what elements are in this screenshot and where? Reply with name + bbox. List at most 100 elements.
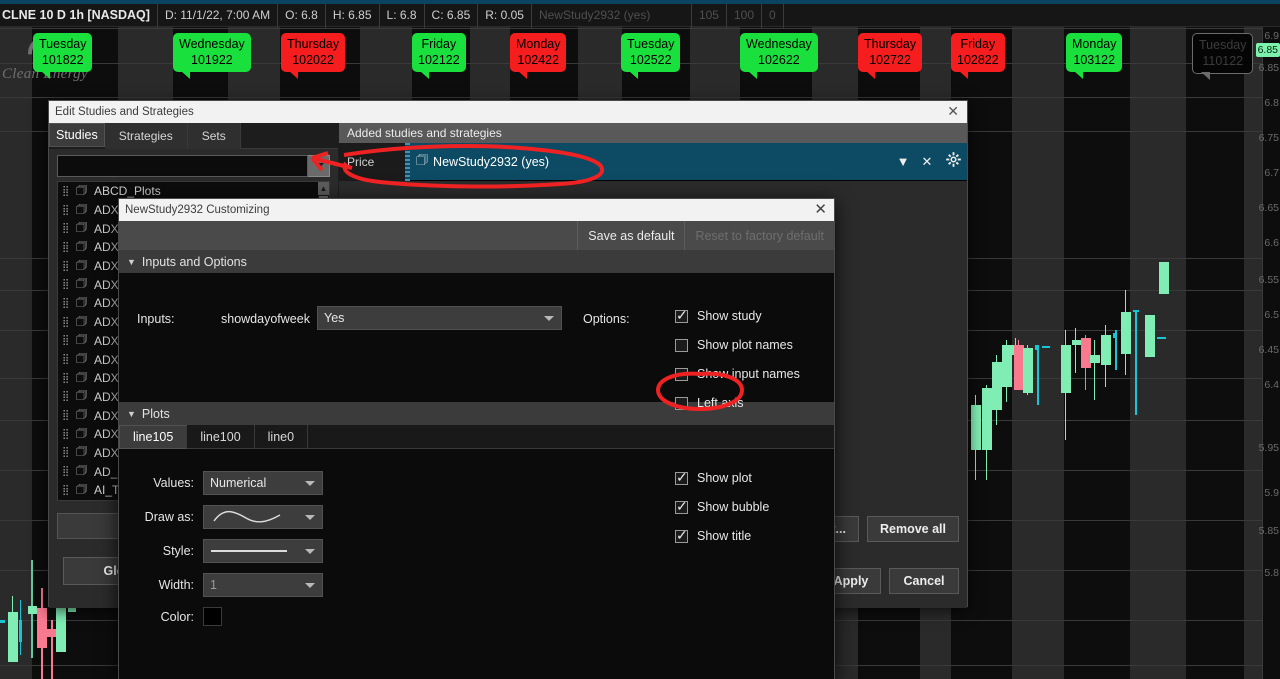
scroll-up-arrow-icon[interactable]: ▲ (318, 182, 329, 195)
studies-tabs[interactable]: Studies Strategies Sets (49, 123, 338, 149)
width-select[interactable]: 1 (203, 573, 323, 597)
day-bubble-day: Thursday (287, 37, 340, 51)
price-axis[interactable]: 6.9 6.85 6.85 6.8 6.75 6.7 6.65 6.6 6.55… (1255, 27, 1280, 679)
inputs-and-options-label: Inputs and Options (141, 254, 247, 269)
style-select[interactable] (203, 539, 323, 563)
customizing-dialog[interactable]: NewStudy2932 Customizing ✕ Save as defau… (118, 198, 835, 679)
plots-label: Plots (141, 406, 170, 421)
day-bubble-date: 102422 (517, 53, 560, 67)
option-show-plot-names[interactable]: Show plot names (675, 338, 800, 352)
gear-icon-svg (945, 152, 961, 167)
day-bubble-date: 103122 (1073, 53, 1116, 67)
drag-handle-icon[interactable]: ⣿ (62, 391, 76, 402)
search-dropdown-button[interactable] (308, 155, 330, 177)
close-icon[interactable]: ✕ (814, 200, 827, 218)
day-bubble-day: Thursday (864, 37, 917, 51)
checkbox-icon[interactable] (675, 527, 688, 543)
checkbox-icon[interactable] (675, 338, 688, 352)
option-show-study[interactable]: Show study (675, 307, 800, 323)
values-value: Numerical (210, 476, 267, 490)
checkbox-icon[interactable] (675, 498, 688, 514)
color-swatch-button[interactable] (203, 607, 222, 626)
plot-tab-line100[interactable]: line100 (187, 425, 255, 448)
save-as-default-button[interactable]: Save as default (577, 221, 684, 250)
inputs-and-options-section-header[interactable]: ▼ Inputs and Options (119, 250, 834, 273)
drag-handle-icon[interactable]: ⣿ (62, 354, 76, 365)
tab-sets[interactable]: Sets (187, 123, 241, 149)
day-bubble-date: 101922 (191, 53, 233, 67)
draw-as-select[interactable] (203, 505, 323, 529)
bubble-tail-icon (181, 71, 190, 79)
option-left-axis[interactable]: Left axis (675, 396, 800, 410)
drag-handle-icon[interactable]: ⣿ (62, 335, 76, 346)
close-icon[interactable]: ✕ (947, 103, 959, 120)
drag-handle-icon[interactable]: ⣿ (62, 466, 76, 477)
checkbox-icon[interactable] (675, 307, 688, 323)
option-label: Show title (697, 529, 752, 543)
option-show-bubble[interactable]: Show bubble (675, 498, 769, 514)
chevron-down-icon (313, 163, 324, 169)
cancel-button[interactable]: Cancel (889, 568, 959, 594)
drag-handle-icon[interactable]: ⣿ (62, 373, 76, 384)
search-input[interactable] (57, 155, 308, 177)
drag-handle-icon[interactable]: ⣿ (62, 279, 76, 290)
checkbox-icon[interactable] (675, 396, 688, 410)
drag-handle-icon[interactable]: ⣿ (62, 317, 76, 328)
drag-handle-icon[interactable]: ⣿ (62, 205, 76, 216)
remove-all-button[interactable]: Remove all (866, 516, 959, 542)
drag-handle-icon[interactable]: ⣿ (62, 223, 76, 234)
width-value: 1 (210, 578, 217, 592)
tab-strategies[interactable]: Strategies (104, 123, 188, 149)
day-bubble: Wednesday 102622 (740, 33, 818, 79)
study-icon: 🗇 (416, 151, 429, 167)
checkbox-icon[interactable] (675, 367, 688, 381)
added-study-name: NewStudy2932 (yes) (433, 154, 550, 169)
bubble-tail-icon (959, 71, 968, 79)
drag-handle-icon[interactable]: ⣿ (62, 261, 76, 272)
option-show-title[interactable]: Show title (675, 527, 769, 543)
plot-tabs[interactable]: line105 line100 line0 (119, 425, 834, 449)
drag-handle-icon[interactable]: ⣿ (62, 429, 76, 440)
day-bubble-date: 102622 (758, 53, 800, 67)
low-label: L: 6.8 (380, 1, 425, 29)
row-dropdown-icon[interactable]: ▼ (891, 154, 915, 169)
plot-tab-line105[interactable]: line105 (119, 425, 188, 449)
showdayofweek-select[interactable]: Yes (317, 306, 562, 330)
tab-studies[interactable]: Studies (49, 123, 105, 147)
added-study-row[interactable]: Price 🗇 NewStudy2932 (yes) ▼ ✕ (339, 142, 967, 181)
drag-handle-icon[interactable]: ⣿ (62, 298, 76, 309)
option-label: Show plot (697, 471, 752, 485)
added-studies-header: Added studies and strategies (339, 123, 967, 143)
edit-studies-titlebar[interactable]: Edit Studies and Strategies ✕ (49, 101, 967, 123)
option-show-input-names[interactable]: Show input names (675, 367, 800, 381)
date-label: D: 11/1/22, 7:00 AM (158, 1, 279, 29)
drag-handle-icon[interactable]: ⣿ (62, 186, 76, 197)
solid-line-icon (211, 550, 287, 552)
day-bubble-date: 102522 (629, 53, 672, 67)
drag-handle-icon[interactable]: ⣿ (62, 242, 76, 253)
drag-handle-icon[interactable]: ⣿ (62, 447, 76, 458)
checkbox-icon[interactable] (675, 469, 688, 485)
range-label: R: 0.05 (478, 1, 532, 29)
option-show-plot[interactable]: Show plot (675, 469, 769, 485)
bubble-tail-icon (518, 71, 527, 79)
symbol-label[interactable]: CLNE 10 D 1h [NASDAQ] (0, 1, 158, 29)
customizing-titlebar[interactable]: NewStudy2932 Customizing ✕ (119, 199, 834, 221)
drag-handle-icon[interactable]: ⣿ (62, 485, 76, 496)
option-label: Show study (697, 309, 762, 323)
row-gear-icon[interactable] (939, 152, 967, 171)
plot-tab-line0[interactable]: line0 (254, 425, 309, 448)
drag-handle-icon[interactable]: ⣿ (62, 410, 76, 421)
added-study-label: 🗇 NewStudy2932 (yes) (410, 151, 891, 173)
day-bubble: Wednesday 101922 (173, 33, 251, 79)
dialog-footer-buttons: Apply Cancel (821, 568, 959, 594)
row-remove-icon[interactable]: ✕ (915, 154, 939, 170)
values-select[interactable]: Numerical (203, 471, 323, 495)
width-label: Width: (158, 578, 194, 592)
study-name-label: NewStudy2932 (yes) (532, 1, 692, 29)
added-study-group: Price (339, 142, 405, 181)
chevron-down-icon (305, 549, 315, 554)
bubble-tail-icon (629, 71, 638, 79)
bubble-tail-icon (866, 71, 875, 79)
study-value-1: 105 (692, 1, 727, 29)
